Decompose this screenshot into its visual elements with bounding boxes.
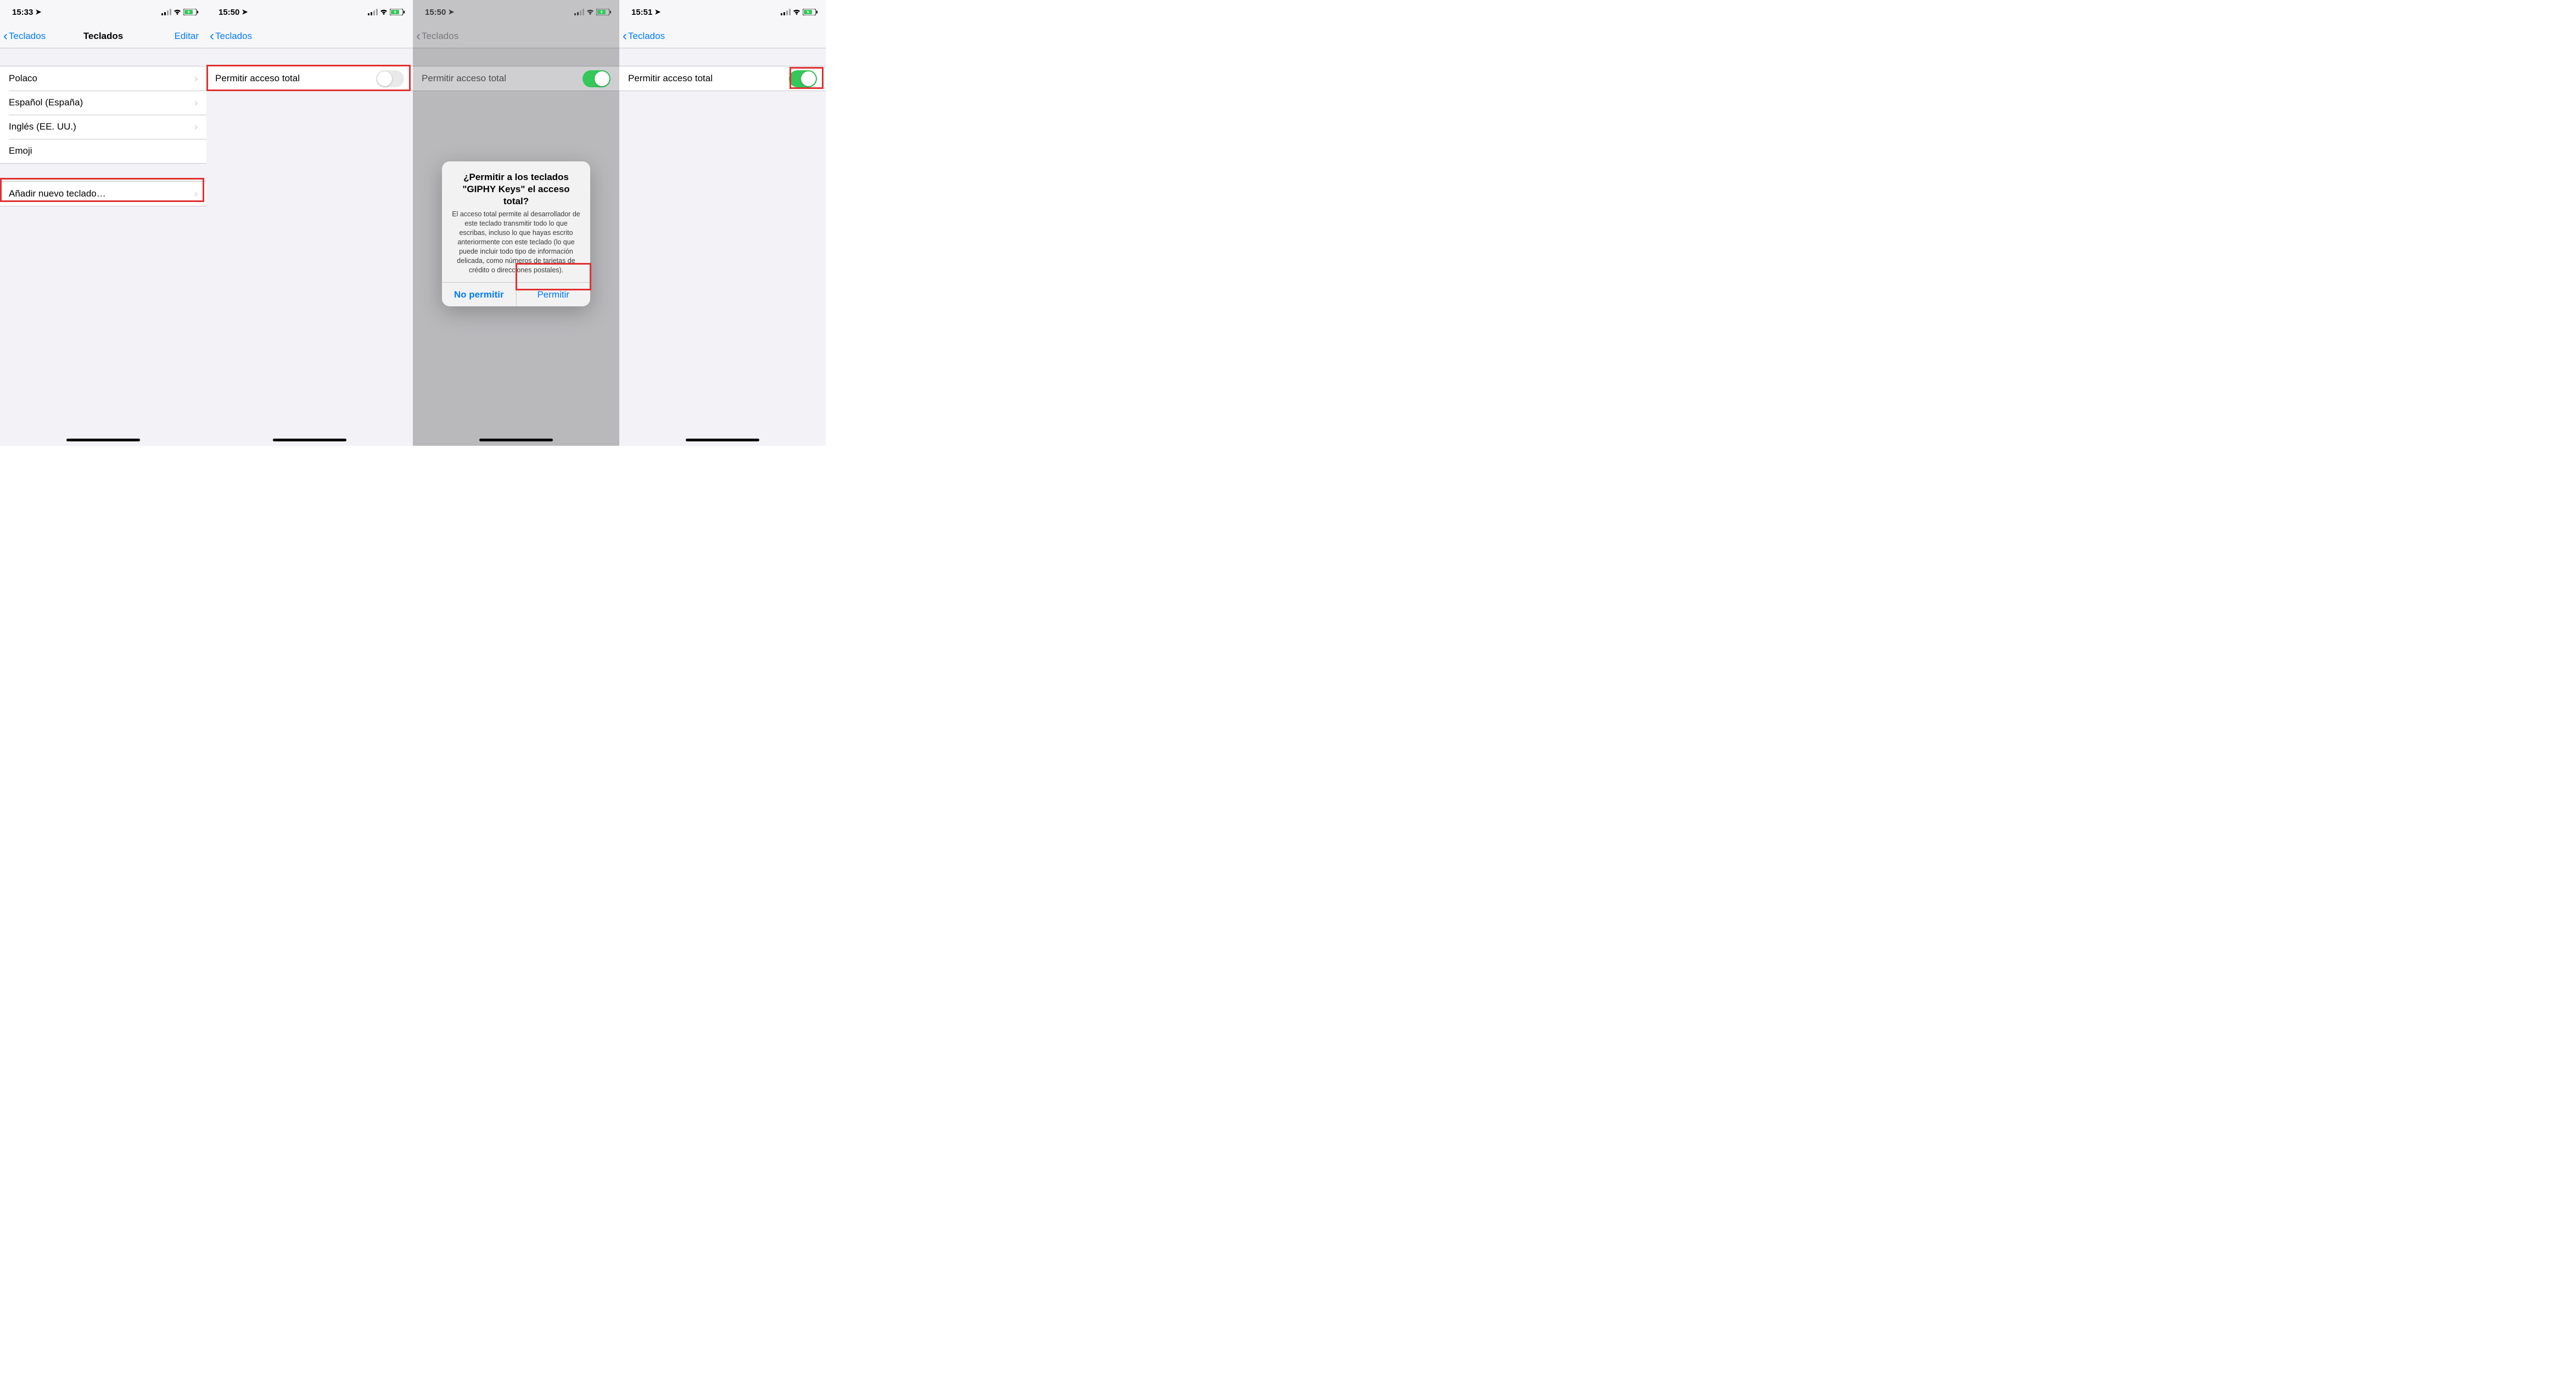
- nav-bar: ‹ Teclados: [413, 24, 619, 48]
- full-access-row[interactable]: Permitir acceso total: [206, 66, 413, 91]
- status-time: 15:33: [12, 8, 33, 17]
- nav-bar: ‹ Teclados: [206, 24, 413, 48]
- chevron-left-icon: ‹: [210, 30, 214, 43]
- keyboard-label: Español (España): [9, 97, 194, 108]
- wifi-icon: [380, 9, 388, 15]
- full-access-toggle[interactable]: [376, 70, 404, 87]
- keyboard-row[interactable]: Español (España) ›: [0, 91, 206, 115]
- nav-bar: ‹ Teclados Teclados Editar: [0, 24, 206, 48]
- battery-icon: [596, 9, 612, 15]
- edit-button[interactable]: Editar: [175, 31, 199, 42]
- full-access-group: Permitir acceso total: [413, 66, 619, 91]
- cellular-signal-icon: [161, 9, 171, 15]
- chevron-left-icon: ‹: [623, 30, 627, 43]
- status-bar: 15:51 ➤: [619, 0, 826, 24]
- back-button[interactable]: ‹ Teclados: [0, 30, 46, 43]
- keyboard-label: Polaco: [9, 73, 194, 84]
- chevron-right-icon: ›: [194, 97, 198, 109]
- keyboard-row[interactable]: Polaco ›: [0, 66, 206, 91]
- back-label: Teclados: [628, 31, 665, 42]
- full-access-toggle[interactable]: [789, 70, 817, 87]
- keyboard-row[interactable]: Inglés (EE. UU.) ›: [0, 115, 206, 139]
- wifi-icon: [173, 9, 181, 15]
- status-time: 15:50: [219, 8, 239, 17]
- location-arrow-icon: ➤: [242, 8, 248, 16]
- chevron-left-icon: ‹: [3, 30, 8, 43]
- battery-icon: [390, 9, 405, 15]
- home-indicator: [686, 439, 759, 441]
- wifi-icon: [793, 9, 800, 15]
- status-bar: 15:33 ➤: [0, 0, 206, 24]
- full-access-row[interactable]: Permitir acceso total: [619, 66, 826, 91]
- nav-bar: ‹ Teclados: [619, 24, 826, 48]
- cellular-signal-icon: [781, 9, 791, 15]
- alert-message: El acceso total permite al desarrollador…: [451, 210, 581, 274]
- screen-full-access-on: 15:51 ➤ ‹ Teclados Permitir acceso total: [619, 0, 826, 446]
- location-arrow-icon: ➤: [654, 8, 660, 16]
- status-time: 15:50: [425, 8, 446, 17]
- chevron-right-icon: ›: [194, 73, 198, 85]
- chevron-right-icon: ›: [194, 188, 198, 200]
- back-button: ‹ Teclados: [413, 30, 458, 43]
- cellular-signal-icon: [368, 9, 378, 15]
- keyboards-group: Polaco › Español (España) › Inglés (EE. …: [0, 66, 206, 164]
- keyboard-label: Inglés (EE. UU.): [9, 121, 194, 132]
- home-indicator: [66, 439, 140, 441]
- battery-icon: [803, 9, 818, 15]
- full-access-label: Permitir acceso total: [422, 73, 583, 84]
- back-button[interactable]: ‹ Teclados: [619, 30, 665, 43]
- battery-icon: [183, 9, 199, 15]
- back-label: Teclados: [9, 31, 46, 42]
- status-bar: 15:50 ➤: [413, 0, 619, 24]
- back-label: Teclados: [215, 31, 252, 42]
- permission-alert: ¿Permitir a los teclados "GIPHY Keys" el…: [442, 161, 590, 306]
- status-bar: 15:50 ➤: [206, 0, 413, 24]
- alert-allow-button[interactable]: Permitir: [516, 283, 591, 306]
- back-label: Teclados: [422, 31, 458, 42]
- full-access-group: Permitir acceso total: [619, 66, 826, 91]
- alert-deny-button[interactable]: No permitir: [442, 283, 516, 306]
- keyboard-row[interactable]: Emoji: [0, 139, 206, 163]
- chevron-left-icon: ‹: [416, 30, 421, 43]
- full-access-toggle: [583, 70, 611, 87]
- full-access-group: Permitir acceso total: [206, 66, 413, 91]
- screen-full-access-off: 15:50 ➤ ‹ Teclados Permitir acceso total: [206, 0, 413, 446]
- wifi-icon: [586, 9, 594, 15]
- chevron-right-icon: ›: [194, 121, 198, 133]
- add-keyboard-label: Añadir nuevo teclado…: [9, 188, 194, 199]
- full-access-label: Permitir acceso total: [215, 73, 376, 84]
- location-arrow-icon: ➤: [448, 8, 454, 16]
- keyboard-label: Emoji: [9, 145, 198, 156]
- add-keyboard-group: Añadir nuevo teclado… ›: [0, 181, 206, 206]
- screen-full-access-alert: 15:50 ➤ ‹ Teclados Permitir acceso total…: [413, 0, 619, 446]
- add-keyboard-row[interactable]: Añadir nuevo teclado… ›: [0, 182, 206, 206]
- status-time: 15:51: [631, 8, 652, 17]
- screen-keyboards-list: 15:33 ➤ ‹ Teclados Teclados Editar Polac…: [0, 0, 206, 446]
- back-button[interactable]: ‹ Teclados: [206, 30, 252, 43]
- alert-title: ¿Permitir a los teclados "GIPHY Keys" el…: [451, 171, 581, 208]
- location-arrow-icon: ➤: [35, 8, 41, 16]
- full-access-label: Permitir acceso total: [628, 73, 789, 84]
- full-access-row: Permitir acceso total: [413, 66, 619, 91]
- home-indicator: [273, 439, 346, 441]
- cellular-signal-icon: [574, 9, 584, 15]
- home-indicator: [479, 439, 553, 441]
